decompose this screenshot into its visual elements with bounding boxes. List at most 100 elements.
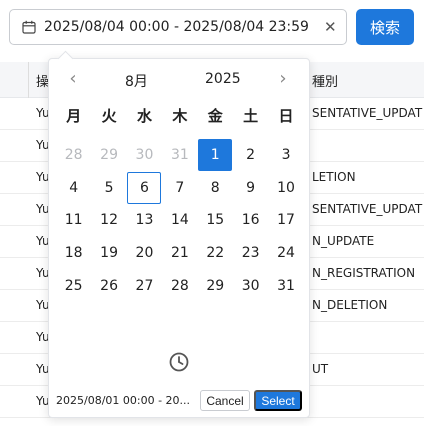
weekday-label: 火 [101,107,117,125]
year-label[interactable]: 2025 [205,71,241,87]
calendar-day[interactable]: 21 [162,237,197,270]
calendar-day[interactable]: 22 [198,237,233,270]
calendar-day[interactable]: 12 [91,204,126,237]
calendar-week: 11 12 13 14 15 16 17 [56,204,304,237]
calendar-day[interactable]: 25 [56,269,91,302]
date-range-input[interactable]: 2025/08/04 00:00 - 2025/08/04 23:59 ✕ [9,9,347,45]
calendar-day[interactable]: 26 [91,269,126,302]
calendar-day[interactable]: 8 [198,172,233,205]
calendar-day[interactable]: 7 [162,172,197,205]
type-cell: LETION [312,170,356,184]
day-number: 17 [277,212,295,229]
calendar-day[interactable]: 27 [127,269,162,302]
calendar-day[interactable]: 3 [268,139,303,172]
calendar-day[interactable]: 16 [233,204,268,237]
select-button[interactable]: Select [254,390,302,411]
calendar-day[interactable]: 18 [56,237,91,270]
day-number: 16 [241,212,260,229]
day-number: 13 [135,212,154,229]
day-number: 30 [135,147,154,164]
calendar-day[interactable]: 29 [198,269,233,302]
calendar-day[interactable]: 15 [198,204,233,237]
day-number: 14 [170,212,189,229]
calendar-icon [22,20,36,34]
day-number: 21 [170,245,189,262]
weekday-header: 月 火 水 木 金 土 日 [56,105,304,126]
day-number: 22 [206,245,225,262]
calendar-week: 28 29 30 31 1 2 3 [56,139,304,172]
day-number: 12 [100,212,118,229]
calendar-day[interactable]: 30 [127,139,162,172]
day-number: 5 [104,179,114,196]
day-number: 19 [100,245,118,262]
day-number: 23 [241,245,260,262]
type-cell: UT [312,362,329,376]
day-number: 10 [277,179,295,196]
day-number: 28 [170,277,189,294]
day-number: 20 [135,245,154,262]
day-number: 29 [100,147,118,164]
day-number: 31 [170,147,189,164]
search-button[interactable]: 検索 [356,9,414,45]
type-cell: SENTATIVE_UPDAT [312,106,423,120]
day-number: 28 [64,147,83,164]
calendar-day[interactable]: 9 [233,172,268,205]
day-number: 26 [100,277,118,294]
calendar-day[interactable]: 4 [56,172,91,205]
cancel-button[interactable]: Cancel [200,390,250,411]
calendar-day[interactable]: 28 [56,139,91,172]
calendar-day-selected[interactable]: 1 [198,139,233,172]
month-label[interactable]: 8月 [125,71,148,91]
weekday-label: 日 [278,107,294,125]
day-number: 27 [135,277,154,294]
day-number: 7 [175,179,185,196]
calendar-day[interactable]: 14 [162,204,197,237]
calendar-day[interactable]: 28 [162,269,197,302]
calendar-day[interactable]: 19 [91,237,126,270]
clear-icon[interactable]: ✕ [324,18,337,36]
type-cell: N_REGISTRATION [312,266,416,280]
calendar-day[interactable]: 29 [91,139,126,172]
type-cell: SENTATIVE_UPDAT [312,202,423,216]
calendar-day[interactable]: 10 [268,172,303,205]
calendar-day[interactable]: 31 [268,269,303,302]
calendar-week: 18 19 20 21 22 23 24 [56,237,304,270]
day-number: 9 [246,179,256,196]
calendar-day[interactable]: 31 [162,139,197,172]
weekday-label: 水 [136,107,152,125]
day-number: 1 [198,139,233,172]
day-number: 30 [241,277,260,294]
day-number: 15 [206,212,225,229]
weekday-label: 月 [66,107,82,125]
weekday-label: 土 [243,107,259,125]
day-number: 18 [64,245,83,262]
day-number: 8 [210,179,220,196]
calendar-day[interactable]: 11 [56,204,91,237]
day-number: 3 [281,147,291,164]
calendar-day[interactable]: 24 [268,237,303,270]
selected-range-text: 2025/08/01 00:00 - 20... [56,394,191,407]
calendar-week: 25 26 27 28 29 30 31 [56,269,304,302]
chevron-right-icon[interactable]: › [273,69,293,89]
calendar-day[interactable]: 20 [127,237,162,270]
column-divider [28,62,29,98]
calendar-day[interactable]: 17 [268,204,303,237]
day-number: 2 [246,147,256,164]
calendar-header: ‹ 8月 2025 › [49,69,311,91]
day-number: 6 [127,171,162,204]
clock-icon[interactable] [168,351,190,373]
calendar-day[interactable]: 2 [233,139,268,172]
calendar-day[interactable]: 13 [127,204,162,237]
picker-footer: 2025/08/01 00:00 - 20... Cancel Select [49,389,311,413]
chevron-left-icon[interactable]: ‹ [63,69,83,89]
weekday-label: 木 [172,107,188,125]
calendar-day[interactable]: 5 [91,172,126,205]
calendar-day[interactable]: 30 [233,269,268,302]
calendar-day[interactable]: 23 [233,237,268,270]
calendar-day-today[interactable]: 6 [127,171,162,205]
day-number: 29 [206,277,225,294]
day-number: 11 [64,212,83,229]
type-cell: N_DELETION [312,298,388,312]
calendar-week: 4 5 6 7 8 9 10 [56,171,304,205]
day-number: 24 [277,245,295,262]
